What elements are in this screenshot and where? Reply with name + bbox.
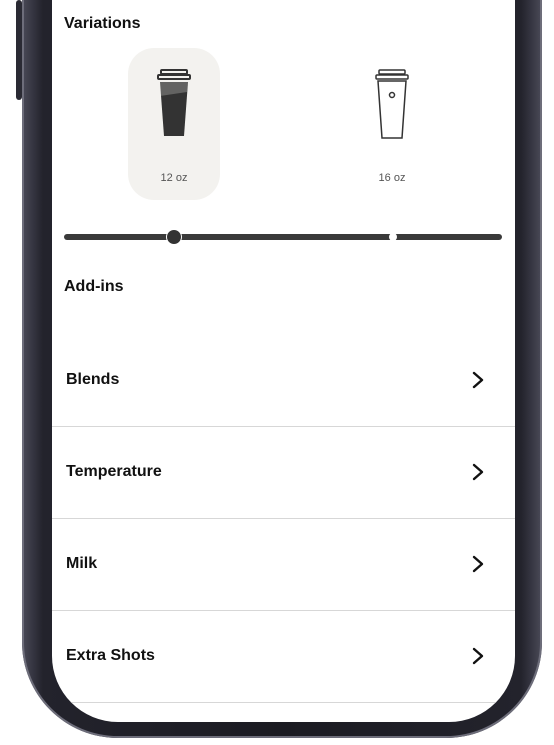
chevron-right-icon [472, 647, 484, 665]
variation-16oz[interactable]: 16 oz [346, 48, 438, 200]
addin-row-label: Extra Shots [66, 647, 155, 664]
cup-outline-icon [375, 69, 409, 139]
size-label-12oz: 12 oz [160, 172, 188, 184]
size-slider-thumb[interactable] [166, 229, 182, 245]
cup-icon [157, 69, 191, 136]
screen: Variations 12 oz 16 oz Add-ins Blends Te… [52, 0, 515, 722]
size-slider-track[interactable] [64, 234, 502, 240]
addin-row-label: Blends [66, 371, 120, 388]
row-divider [52, 702, 515, 703]
chevron-right-icon [472, 463, 484, 481]
addin-row-milk[interactable]: Milk [52, 518, 515, 610]
addin-row-extra-shots[interactable]: Extra Shots [52, 610, 515, 702]
chevron-right-icon [472, 371, 484, 389]
addin-row-blends[interactable]: Blends [52, 334, 515, 426]
size-slider-tick-16oz[interactable] [389, 233, 397, 241]
addins-title: Add-ins [64, 278, 124, 295]
chevron-right-icon [472, 555, 484, 573]
addin-row-label: Temperature [66, 463, 162, 480]
variation-12oz[interactable]: 12 oz [128, 48, 220, 200]
addin-row-temperature[interactable]: Temperature [52, 426, 515, 518]
phone-side-button [16, 0, 22, 100]
addin-row-label: Milk [66, 555, 98, 572]
size-label-16oz: 16 oz [378, 172, 406, 184]
variations-title: Variations [64, 15, 141, 32]
